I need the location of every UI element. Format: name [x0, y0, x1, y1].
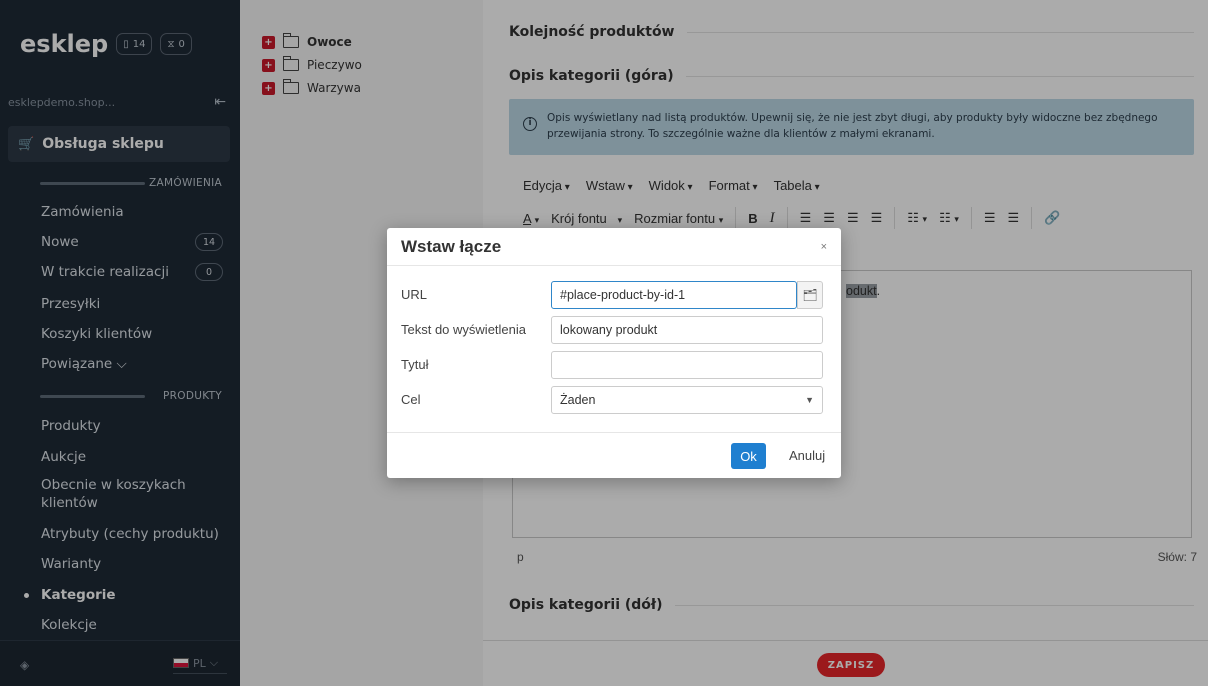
url-label: URL [401, 287, 428, 302]
cancel-button[interactable]: Anuluj [789, 448, 825, 463]
target-value: Żaden [560, 393, 596, 407]
close-icon[interactable]: × [821, 241, 827, 253]
chevron-down-icon: ▼ [805, 395, 814, 405]
dialog-title: Wstaw łącze [401, 236, 502, 256]
dialog-footer: Ok Anuluj [387, 432, 841, 478]
title-input[interactable] [551, 351, 823, 379]
text-label: Tekst do wyświetlenia [401, 322, 526, 337]
title-label: Tytuł [401, 357, 429, 372]
text-row: Tekst do wyświetlenia lokowany produkt [387, 316, 841, 344]
target-label: Cel [401, 392, 421, 407]
url-input[interactable]: #place-product-by-id-1 [551, 281, 797, 309]
title-row: Tytuł [387, 351, 841, 379]
ok-button[interactable]: Ok [731, 443, 766, 469]
insert-link-dialog: Wstaw łącze × URL #place-product-by-id-1… [387, 228, 841, 478]
url-row: URL #place-product-by-id-1 🗂 [387, 281, 841, 309]
browse-icon[interactable]: 🗂 [797, 281, 823, 309]
target-select[interactable]: Żaden ▼ [551, 386, 823, 414]
dialog-header: Wstaw łącze × [387, 228, 841, 266]
display-text-input[interactable]: lokowany produkt [551, 316, 823, 344]
target-row: Cel Żaden ▼ [387, 386, 841, 414]
